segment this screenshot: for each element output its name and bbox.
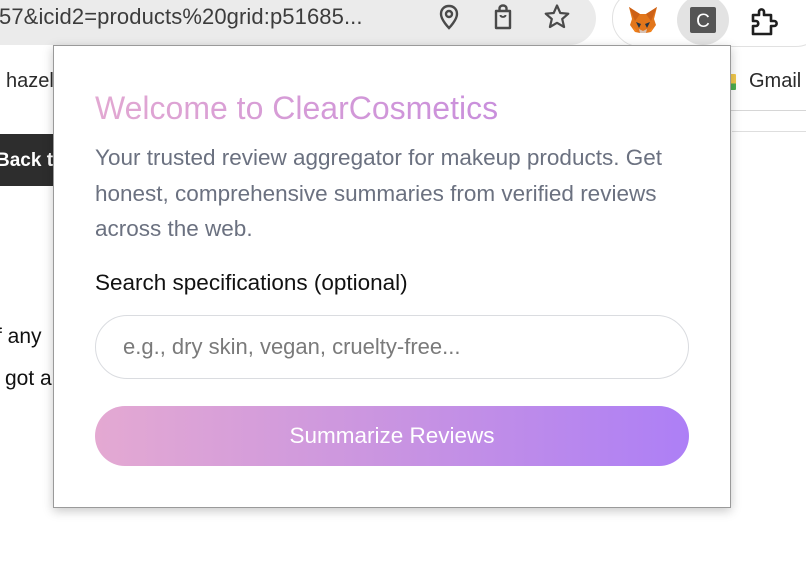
- star-icon[interactable]: [542, 2, 572, 32]
- page-divider: [732, 131, 806, 132]
- shopping-bag-icon[interactable]: [488, 2, 518, 32]
- address-bar[interactable]: 57&icid2=products%20grid:p51685...: [0, 0, 596, 45]
- search-label: Search specifications (optional): [95, 270, 408, 295]
- page-text-line-1: f any: [0, 325, 42, 348]
- bookmarks-divider: [720, 110, 806, 111]
- clearcosmetics-extension-icon[interactable]: C: [677, 0, 729, 45]
- summarize-reviews-button[interactable]: Summarize Reviews: [95, 406, 689, 466]
- url-text[interactable]: 57&icid2=products%20grid:p51685...: [0, 2, 363, 32]
- fox-extension-icon[interactable]: [617, 0, 669, 45]
- popup-description: Your trusted review aggregator for makeu…: [95, 145, 662, 241]
- extensions-area: C: [612, 0, 806, 47]
- location-pin-icon[interactable]: [434, 2, 464, 32]
- popup-title: Welcome to ClearCosmetics: [95, 90, 499, 126]
- search-specifications-input[interactable]: [95, 315, 689, 379]
- browser-window: 57&icid2=products%20grid:p51685... C haz…: [0, 0, 806, 566]
- browser-toolbar: 57&icid2=products%20grid:p51685... C: [0, 0, 806, 50]
- extension-popup: Welcome to ClearCosmetics Your trusted r…: [53, 45, 731, 508]
- bookmark-hazel[interactable]: hazel: [6, 70, 54, 93]
- page-text-line-2: got a: [5, 367, 52, 390]
- extension-letter: C: [696, 11, 710, 32]
- bookmark-gmail[interactable]: Gmail: [749, 70, 801, 93]
- puzzle-extensions-icon[interactable]: [739, 0, 791, 45]
